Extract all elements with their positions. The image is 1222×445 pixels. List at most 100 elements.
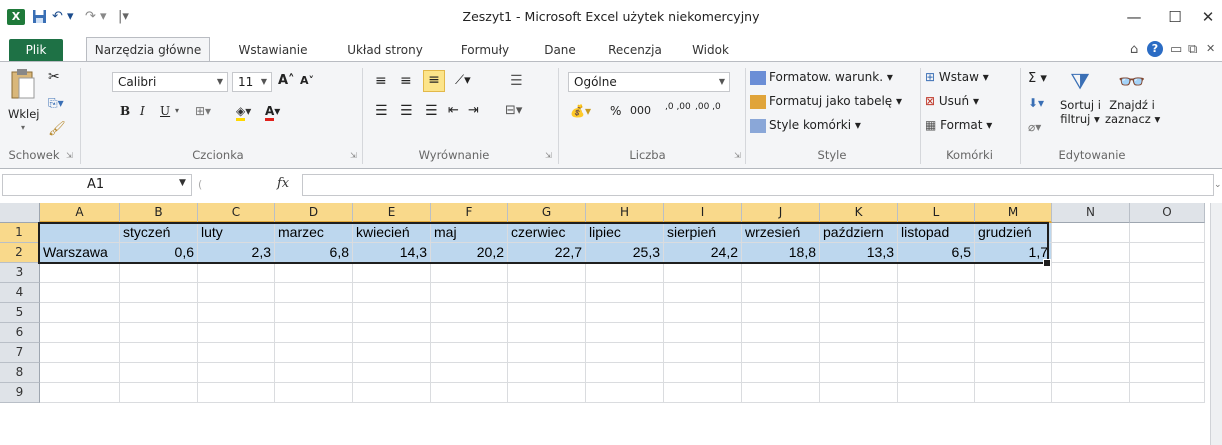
cell-L4[interactable] [898,283,975,303]
cell-O1[interactable] [1130,223,1205,243]
cell-H5[interactable] [586,303,664,323]
cell-B7[interactable] [120,343,198,363]
paste-button[interactable]: Wklej ▾ [8,68,40,132]
cell-K4[interactable] [820,283,898,303]
insert-cells-button[interactable]: ⊞ Wstaw ▾ [925,68,989,86]
cell-M1[interactable]: grudzień [975,223,1052,243]
cell-A6[interactable] [40,323,120,343]
cell-A5[interactable] [40,303,120,323]
cell-L5[interactable] [898,303,975,323]
cell-G1[interactable]: czerwiec [508,223,586,243]
cell-F8[interactable] [431,363,508,383]
cell-E1[interactable]: kwiecień [353,223,431,243]
close-button[interactable]: ✕ [1196,6,1220,28]
accounting-format-icon[interactable]: 💰▾ [570,102,591,120]
cell-F4[interactable] [431,283,508,303]
cell-K3[interactable] [820,263,898,283]
row-header-4[interactable]: 4 [0,283,40,303]
align-top-icon[interactable]: ≡ [375,72,387,90]
restore-window-icon[interactable]: ▭ [1170,42,1182,57]
tab-review[interactable]: Recenzja [600,40,670,60]
cell-O3[interactable] [1130,263,1205,283]
align-center-icon[interactable]: ☰ [400,102,413,120]
cell-E9[interactable] [353,383,431,403]
cell-O4[interactable] [1130,283,1205,303]
delete-cells-button[interactable]: ⊠ Usuń ▾ [925,92,979,110]
fill-handle[interactable] [1043,259,1051,267]
cell-O2[interactable] [1130,243,1205,263]
align-middle-icon[interactable]: ≡ [400,72,412,90]
autosum-button[interactable]: Σ ▾ [1028,70,1047,88]
cell-J3[interactable] [742,263,820,283]
percent-style-button[interactable]: % [610,102,621,120]
cell-H4[interactable] [586,283,664,303]
grow-font-button[interactable]: A˄ [278,72,295,90]
cell-A8[interactable] [40,363,120,383]
cell-E3[interactable] [353,263,431,283]
cell-L3[interactable] [898,263,975,283]
tab-page-layout[interactable]: Układ strony [335,40,435,60]
format-cells-button[interactable]: ▦ Format ▾ [925,116,992,134]
cell-styles-button[interactable]: Style komórki ▾ [750,116,861,134]
vertical-scrollbar[interactable] [1210,203,1222,445]
cell-M3[interactable] [975,263,1052,283]
cell-L7[interactable] [898,343,975,363]
sort-filter-button[interactable]: ⧩ Sortuj i filtruj ▾ [1060,68,1101,126]
align-bottom-icon[interactable]: ≡ [423,70,445,92]
cell-M5[interactable] [975,303,1052,323]
cell-G6[interactable] [508,323,586,343]
column-header-K[interactable]: K [820,203,898,223]
font-name-combo[interactable]: Calibri ▼ [112,72,228,92]
cell-D9[interactable] [275,383,353,403]
cell-K9[interactable] [820,383,898,403]
column-header-N[interactable]: N [1052,203,1130,223]
cell-C5[interactable] [198,303,275,323]
cell-C4[interactable] [198,283,275,303]
cell-N5[interactable] [1052,303,1130,323]
cell-I6[interactable] [664,323,742,343]
cell-E4[interactable] [353,283,431,303]
cell-H1[interactable]: lipiec [586,223,664,243]
cell-G5[interactable] [508,303,586,323]
cell-I7[interactable] [664,343,742,363]
tab-view[interactable]: Widok [683,40,738,60]
cell-L8[interactable] [898,363,975,383]
italic-button[interactable]: I [140,102,145,120]
font-size-combo[interactable]: 11 ▼ [232,72,272,92]
cell-I3[interactable] [664,263,742,283]
clear-icon[interactable]: ⌀▾ [1028,118,1041,136]
fill-icon[interactable]: ⬇▾ [1028,94,1044,112]
cell-O9[interactable] [1130,383,1205,403]
cell-C9[interactable] [198,383,275,403]
cell-G9[interactable] [508,383,586,403]
cell-J8[interactable] [742,363,820,383]
cell-O6[interactable] [1130,323,1205,343]
cell-I8[interactable] [664,363,742,383]
close-workbook-icon[interactable]: ✕ [1206,42,1215,55]
cell-M6[interactable] [975,323,1052,343]
cell-A1[interactable] [40,223,120,243]
minimize-button[interactable]: — [1122,6,1146,28]
cell-D2[interactable]: 6,8 [275,243,353,263]
bold-button[interactable]: B [120,102,130,120]
cell-E7[interactable] [353,343,431,363]
find-select-button[interactable]: 👓 Znajdź i zaznacz ▾ [1105,68,1160,126]
column-header-L[interactable]: L [898,203,975,223]
cell-K5[interactable] [820,303,898,323]
formula-bar-resize-icon[interactable]: ( [198,178,202,191]
cell-D1[interactable]: marzec [275,223,353,243]
cell-D6[interactable] [275,323,353,343]
minimize-ribbon-icon[interactable]: ⌂ [1130,42,1138,57]
chevron-down-icon[interactable]: ▾ [175,102,179,120]
cell-H7[interactable] [586,343,664,363]
cell-I1[interactable]: sierpień [664,223,742,243]
cell-H6[interactable] [586,323,664,343]
number-launcher-icon[interactable]: ⇲ [734,151,741,160]
tab-formulas[interactable]: Formuły [450,40,520,60]
select-all-button[interactable] [0,203,40,223]
cell-N3[interactable] [1052,263,1130,283]
cell-I4[interactable] [664,283,742,303]
cell-D5[interactable] [275,303,353,323]
row-header-9[interactable]: 9 [0,383,40,403]
borders-icon[interactable]: ⊞▾ [195,102,211,120]
